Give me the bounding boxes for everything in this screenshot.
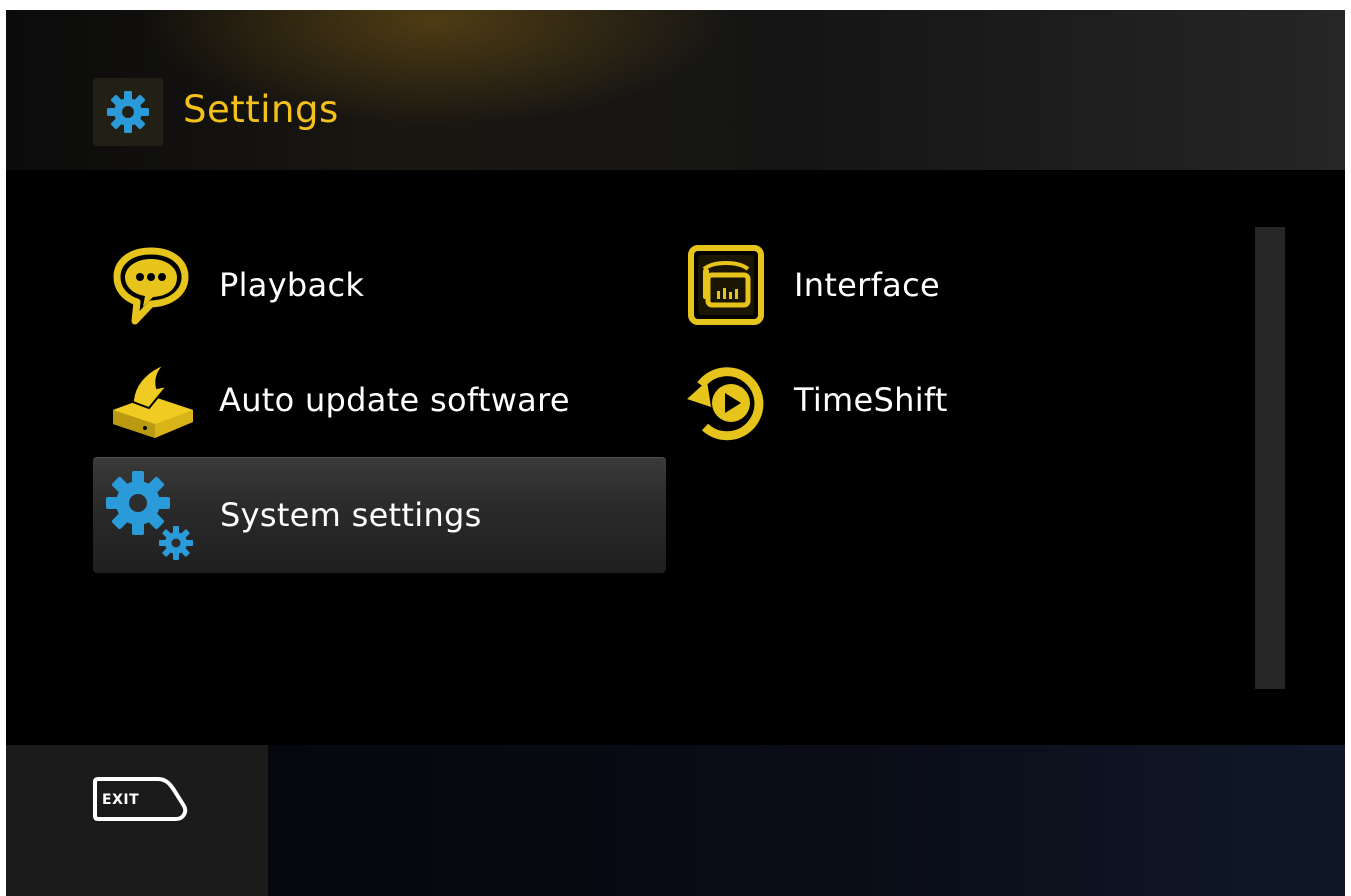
- menu-item-system-settings[interactable]: System settings: [93, 457, 666, 573]
- tv-screen: Settings Playback Interface Auto update …: [6, 10, 1345, 896]
- set-top-box-update-icon: [101, 355, 201, 445]
- menu-item-interface[interactable]: Interface: [676, 240, 1196, 330]
- header-bar: Settings: [6, 10, 1345, 170]
- menu-item-auto-update-software[interactable]: Auto update software: [101, 355, 661, 445]
- gears-icon: [93, 457, 207, 573]
- menu-item-label: Auto update software: [219, 381, 570, 419]
- menu-item-timeshift[interactable]: TimeShift: [676, 355, 1196, 445]
- speech-bubble-icon: [101, 240, 201, 330]
- menu-item-playback[interactable]: Playback: [101, 240, 661, 330]
- exit-button[interactable]: EXIT: [92, 776, 188, 830]
- menu-item-label: Interface: [794, 266, 940, 304]
- gear-icon: [107, 91, 149, 133]
- footer-right-panel: [268, 745, 1345, 896]
- menu-item-label: Playback: [219, 266, 365, 304]
- menu-item-label: TimeShift: [794, 381, 948, 419]
- timeshift-icon: [676, 355, 776, 445]
- scrollbar[interactable]: [1255, 227, 1285, 689]
- header-gear-icon-box: [93, 78, 163, 146]
- exit-label: EXIT: [102, 792, 140, 808]
- interface-screen-icon: [676, 240, 776, 330]
- menu-item-label: System settings: [220, 496, 482, 534]
- page-title: Settings: [183, 88, 339, 131]
